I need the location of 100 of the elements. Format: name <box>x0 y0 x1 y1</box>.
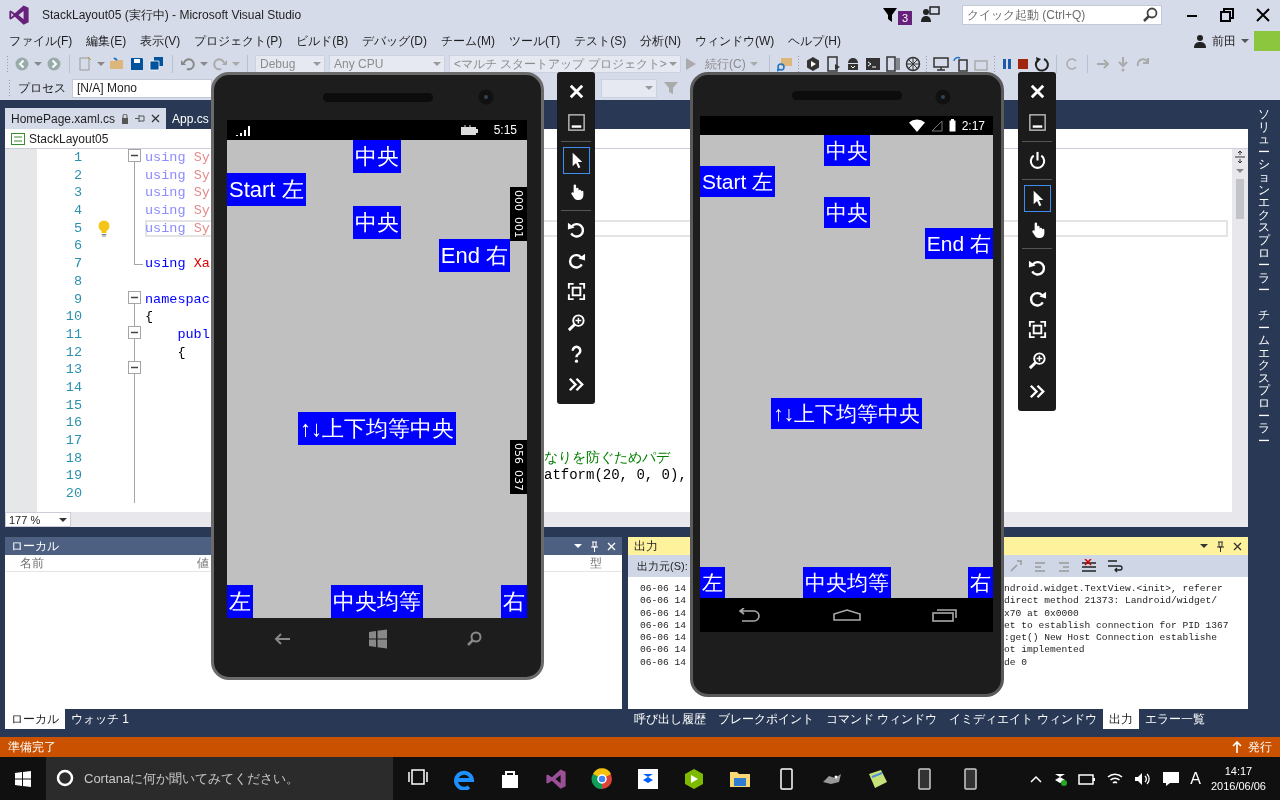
globe-icon[interactable] <box>904 56 921 72</box>
collapse-icon[interactable] <box>128 361 141 375</box>
line-number: 16 <box>64 414 82 432</box>
user-icon[interactable] <box>1193 34 1207 48</box>
pointer-icon[interactable] <box>1023 185 1051 212</box>
menu-item[interactable]: チーム(M) <box>434 30 502 52</box>
menu-item[interactable]: 表示(V) <box>133 30 188 52</box>
counter-value: 001 <box>512 217 525 238</box>
pause-icon[interactable] <box>1000 58 1013 70</box>
filter-icon[interactable] <box>881 7 898 23</box>
clear-all-icon[interactable] <box>1080 559 1097 573</box>
menu-item[interactable]: ヘルプ(H) <box>781 30 848 52</box>
collapse-icon[interactable] <box>128 149 141 162</box>
panel-tab[interactable]: ウォッチ 1 <box>65 709 135 729</box>
monitor-icon[interactable] <box>932 56 949 72</box>
process-dropdown[interactable]: [N/A] Mono <box>72 78 212 98</box>
search-field[interactable]: Cortanaに何か聞いてみてください。 <box>46 757 393 800</box>
notification-count[interactable]: 3 <box>897 11 912 25</box>
device-icon[interactable] <box>824 56 841 72</box>
scrollbar-thumb[interactable] <box>1236 179 1244 219</box>
menu-item[interactable]: 編集(E) <box>79 30 134 52</box>
document-tab[interactable]: App.cs <box>166 108 215 129</box>
menu-item[interactable]: ファイル(F) <box>2 30 80 52</box>
collapse-icon[interactable] <box>128 290 141 304</box>
close-icon[interactable] <box>151 114 161 123</box>
panel-tab[interactable]: 出力 <box>1102 709 1139 729</box>
log-line: et to establish connection for PID 1367 <box>1004 619 1230 633</box>
panel-tab[interactable]: コマンド ウィンドウ <box>820 709 944 729</box>
panel-tab[interactable]: エラー一覧 <box>1138 709 1211 729</box>
menu-item[interactable]: デバッグ(D) <box>355 30 434 52</box>
search-icon[interactable] <box>466 631 483 647</box>
menu-item[interactable]: プロジェクト(P) <box>187 30 290 52</box>
caret-icon[interactable] <box>59 515 67 524</box>
hexagon-icon[interactable] <box>804 56 821 72</box>
menu-item[interactable]: ツール(T) <box>502 30 568 52</box>
feedback-icon[interactable] <box>920 6 940 24</box>
pointer-icon[interactable] <box>562 147 590 174</box>
quick-launch-field[interactable]: クイック起動 (Ctrl+Q) <box>962 5 1162 25</box>
collapse-icon[interactable] <box>128 325 141 339</box>
code-line: なりを防ぐためパデ <box>544 449 670 466</box>
close-icon[interactable] <box>1256 8 1270 22</box>
document-tab[interactable]: HomePage.xaml.cs <box>5 108 167 129</box>
column-header[interactable]: 型 <box>590 555 602 572</box>
pin-icon[interactable] <box>135 114 146 123</box>
menu-item[interactable]: ウィンドウ(W) <box>688 30 782 52</box>
notification-icon[interactable] <box>1162 770 1181 787</box>
clock-date[interactable]: 2016/06/06 <box>1210 778 1266 794</box>
caret-icon[interactable] <box>574 542 582 550</box>
menu-item[interactable]: ビルド(B) <box>289 30 356 52</box>
stop-icon[interactable] <box>1016 58 1029 70</box>
wifi-icon[interactable] <box>1106 771 1125 786</box>
panel-tab[interactable]: 呼び出し履歴 <box>628 709 712 729</box>
caret-icon[interactable] <box>1241 37 1249 45</box>
restart-icon[interactable] <box>1032 56 1049 72</box>
word-wrap-icon[interactable] <box>1106 559 1123 573</box>
csharp-file-icon <box>11 132 25 145</box>
side-tab[interactable]: チームエクスプローラー <box>1258 308 1270 448</box>
notes-icon[interactable] <box>867 767 889 790</box>
recent-apps-icon[interactable] <box>931 608 958 622</box>
pin-icon[interactable] <box>1216 540 1225 552</box>
save-all-icon[interactable] <box>149 56 165 72</box>
publish-button[interactable]: 発行 <box>1248 738 1272 756</box>
panel-tab[interactable]: イミディエイト ウィンドウ <box>943 709 1103 729</box>
clock-time[interactable]: 14:17 <box>1224 763 1253 779</box>
device-panel-icon[interactable] <box>884 56 901 72</box>
menu-item[interactable]: 分析(N) <box>633 30 688 52</box>
home-icon[interactable] <box>832 609 861 621</box>
panel-tab[interactable]: ローカル <box>5 709 65 729</box>
folder-search-icon[interactable] <box>776 56 793 72</box>
scope-dropdown[interactable]: StackLayout05 <box>29 131 109 146</box>
text-label: ↑↓上下均等中央 <box>771 397 922 429</box>
user-name[interactable]: 前田 <box>1212 32 1236 50</box>
search-icon[interactable] <box>1142 7 1158 23</box>
phone-sync-icon[interactable] <box>952 56 969 72</box>
back-arrow-icon[interactable] <box>272 632 291 646</box>
restore-icon[interactable] <box>1220 8 1234 22</box>
colored-circle-icon[interactable] <box>591 767 613 790</box>
line-number: 17 <box>64 432 82 450</box>
windows-logo-icon[interactable] <box>15 770 31 787</box>
save-icon[interactable] <box>129 56 145 72</box>
caret-icon[interactable] <box>1200 542 1208 550</box>
terminal-icon[interactable] <box>864 56 881 72</box>
column-header[interactable]: 値 <box>197 555 209 572</box>
play-hexagon-icon[interactable] <box>683 767 705 790</box>
task-view-icon[interactable] <box>407 767 429 786</box>
close-icon[interactable] <box>1233 541 1242 551</box>
input-indicator[interactable]: A <box>1190 769 1201 788</box>
menu-item[interactable]: テスト(S) <box>567 30 634 52</box>
split-icon[interactable] <box>1234 151 1246 163</box>
infinity-logo-icon[interactable] <box>545 767 567 790</box>
side-tab[interactable]: ソリューションエクスプローラー <box>1258 108 1270 297</box>
code-line: using Xa <box>145 256 210 272</box>
caret-up-icon[interactable] <box>1030 774 1043 783</box>
column-header[interactable]: 名前 <box>20 555 44 572</box>
power-plug-icon[interactable] <box>1078 771 1097 786</box>
zoom-dropdown[interactable]: 177 % <box>5 512 71 527</box>
undo-icon[interactable] <box>180 56 196 72</box>
panel-tab[interactable]: ブレークポイント <box>712 709 820 729</box>
log-line: ndroid.widget.TextView.<init>, referer <box>1004 583 1224 596</box>
volume-icon[interactable] <box>1134 771 1153 786</box>
